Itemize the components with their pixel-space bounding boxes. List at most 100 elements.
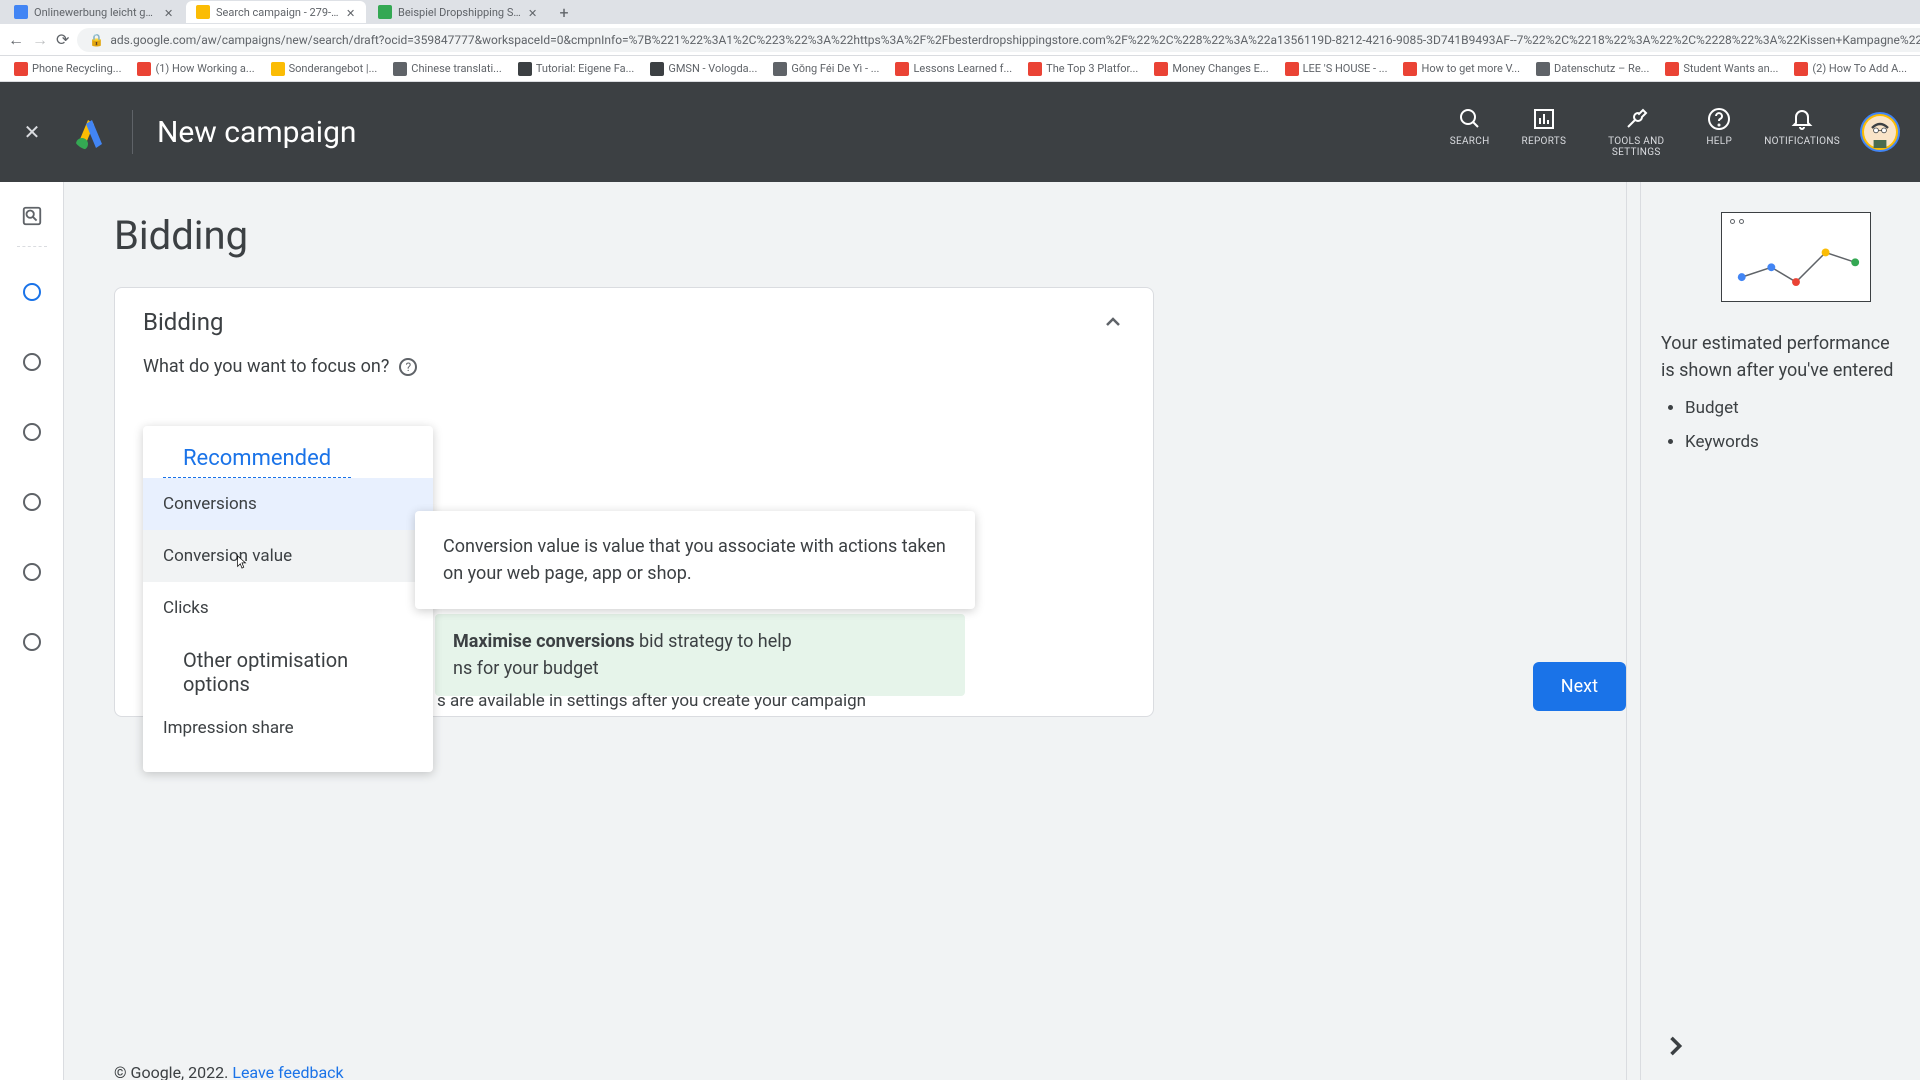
reload-icon[interactable]: ⟳ [56, 30, 69, 50]
close-icon[interactable]: ✕ [164, 7, 174, 17]
alt-strategies-text: s are available in settings after you cr… [437, 691, 866, 711]
favicon-icon [14, 5, 28, 19]
bookmark-item[interactable]: Phone Recycling... [8, 60, 127, 78]
bookmark-item[interactable]: Datenschutz – Re... [1530, 60, 1655, 78]
rail-step[interactable] [23, 423, 41, 441]
url-input[interactable]: 🔒 ads.google.com/aw/campaigns/new/search… [77, 28, 1920, 52]
bookmark-item[interactable]: (1) How Working a... [131, 60, 260, 78]
close-icon[interactable]: ✕ [346, 7, 356, 17]
bookmark-item[interactable]: Sonderangebot |... [265, 60, 384, 78]
dropdown-section-recommended: Recommended [163, 436, 351, 478]
favicon-icon [378, 5, 392, 19]
dropdown-option-impression-share[interactable]: Impression share [143, 702, 433, 754]
bookmark-item[interactable]: The Top 3 Platfor... [1022, 60, 1144, 78]
avatar[interactable] [1860, 112, 1900, 152]
copyright-text: © Google, 2022. [114, 1063, 232, 1080]
bookmark-favicon-icon [518, 62, 532, 76]
tool-label: NOTIFICATIONS [1764, 136, 1840, 147]
close-icon[interactable]: ✕ [528, 7, 538, 17]
app-header: ✕ New campaign SEARCH REPORTS TOOLS AND … [0, 82, 1920, 182]
browser-tab-active[interactable]: Search campaign - 279-560- ✕ [186, 1, 366, 23]
content-area: Bidding Bidding What do you want to focu… [64, 182, 1626, 1080]
next-button[interactable]: Next [1533, 662, 1626, 711]
bookmark-favicon-icon [1154, 62, 1168, 76]
bookmark-item[interactable]: Money Changes E... [1148, 60, 1274, 78]
tools-settings-tool[interactable]: TOOLS AND SETTINGS [1598, 106, 1674, 158]
bookmark-label: Tutorial: Eigene Fa... [536, 62, 635, 75]
reports-tool[interactable]: REPORTS [1522, 106, 1567, 158]
bookmark-favicon-icon [1665, 62, 1679, 76]
footer: © Google, 2022. Leave feedback [114, 1063, 344, 1080]
chevron-up-icon[interactable] [1101, 310, 1125, 334]
performance-text: Your estimated performance is shown afte… [1661, 330, 1900, 384]
hint-text: bid strategy to help [635, 631, 792, 652]
browser-tab-strip: Onlinewerbung leicht gemach ✕ Search cam… [0, 0, 1920, 24]
chevron-right-icon[interactable] [1661, 1032, 1689, 1060]
tab-title: Onlinewerbung leicht gemach [34, 6, 158, 19]
bookmark-favicon-icon [137, 62, 151, 76]
bookmark-item[interactable]: How to get more V... [1397, 60, 1526, 78]
bookmark-item[interactable]: GMSN - Vologda... [644, 60, 763, 78]
bookmark-favicon-icon [1536, 62, 1550, 76]
bookmark-favicon-icon [14, 62, 28, 76]
card-body: What do you want to focus on? ? Maximise… [115, 356, 1153, 716]
browser-tab[interactable]: Onlinewerbung leicht gemach ✕ [4, 1, 184, 23]
card-header[interactable]: Bidding [115, 288, 1153, 356]
page-heading: Bidding [114, 212, 1576, 259]
bookmark-item[interactable]: Gǒng Féi De Yì - ... [767, 60, 885, 78]
back-icon[interactable]: ← [8, 30, 24, 50]
option-label: Conversion value [163, 546, 292, 566]
bookmark-label: Phone Recycling... [32, 62, 121, 75]
leave-feedback-link[interactable]: Leave feedback [232, 1063, 343, 1080]
help-icon [1706, 106, 1732, 132]
bookmark-item[interactable]: Chinese translati... [387, 60, 508, 78]
close-icon[interactable]: ✕ [20, 120, 44, 144]
browser-tab[interactable]: Beispiel Dropshipping Store ✕ [368, 1, 548, 23]
notifications-tool[interactable]: NOTIFICATIONS [1764, 106, 1840, 158]
help-tool[interactable]: HELP [1706, 106, 1732, 158]
hint-box: Maximise conversions bid strategy to hel… [435, 614, 965, 696]
rail-divider [17, 246, 47, 247]
bookmark-label: GMSN - Vologda... [668, 62, 757, 75]
bookmark-item[interactable]: Lessons Learned f... [889, 60, 1018, 78]
rail-step[interactable] [23, 633, 41, 651]
rail-step[interactable] [23, 493, 41, 511]
bookmark-label: Sonderangebot |... [289, 62, 378, 75]
search-tool[interactable]: SEARCH [1450, 106, 1490, 158]
address-bar: ← → ⟳ 🔒 ads.google.com/aw/campaigns/new/… [0, 24, 1920, 56]
bell-icon [1789, 106, 1815, 132]
question-row: What do you want to focus on? ? [143, 356, 1125, 377]
help-icon[interactable]: ? [399, 358, 417, 376]
forward-icon[interactable]: → [32, 30, 48, 50]
lock-icon: 🔒 [89, 33, 104, 47]
rail-step[interactable] [23, 353, 41, 371]
bookmark-item[interactable]: (2) How To Add A... [1788, 60, 1913, 78]
hint-text: ns for your budget [453, 658, 599, 679]
bookmark-label: Datenschutz – Re... [1554, 62, 1649, 75]
bookmark-item[interactable]: Student Wants an... [1659, 60, 1784, 78]
list-item: Keywords [1685, 432, 1900, 452]
bookmark-favicon-icon [895, 62, 909, 76]
tool-label: REPORTS [1522, 136, 1567, 147]
rail-step-bidding[interactable] [23, 283, 41, 301]
overview-icon[interactable] [18, 202, 46, 230]
performance-illustration [1721, 212, 1871, 302]
search-icon [1457, 106, 1483, 132]
bookmark-item[interactable]: Tutorial: Eigene Fa... [512, 60, 641, 78]
bookmark-label: Gǒng Féi De Yì - ... [791, 62, 879, 75]
scrollbar[interactable] [1626, 182, 1640, 1080]
dropdown-option-conversion-value[interactable]: Conversion value [143, 530, 433, 582]
bookmark-label: The Top 3 Platfor... [1046, 62, 1138, 75]
new-tab-button[interactable]: + [554, 2, 574, 22]
dropdown-option-conversions[interactable]: Conversions [143, 478, 433, 530]
bookmark-favicon-icon [773, 62, 787, 76]
favicon-icon [196, 5, 210, 19]
rail-step[interactable] [23, 563, 41, 581]
focus-dropdown: Recommended Conversions Conversion value… [143, 426, 433, 772]
bookmark-label: Lessons Learned f... [913, 62, 1012, 75]
hint-strong: Maximise conversions [453, 631, 635, 652]
cursor-icon [235, 554, 249, 568]
page-title: New campaign [157, 115, 1450, 150]
dropdown-option-clicks[interactable]: Clicks [143, 582, 433, 634]
bookmark-item[interactable]: LEE 'S HOUSE - ... [1279, 60, 1394, 78]
